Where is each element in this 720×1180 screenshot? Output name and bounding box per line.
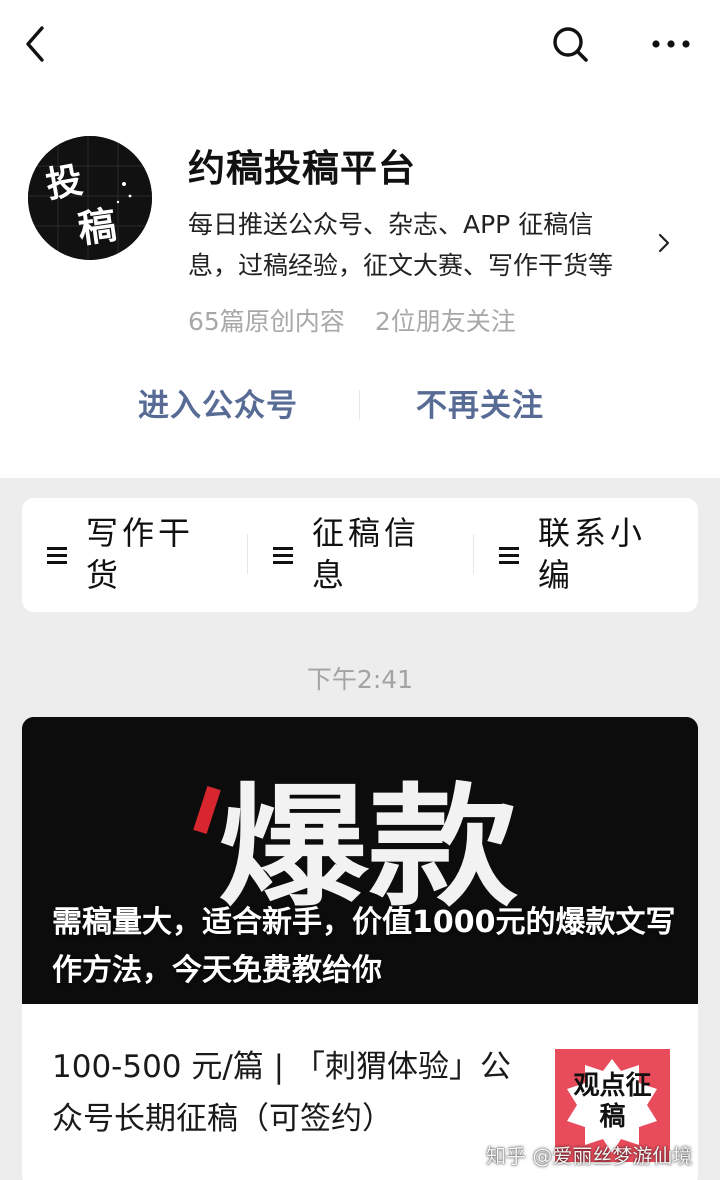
enter-account-button[interactable]: 进入公众号 xyxy=(138,380,298,425)
account-name: 约稿投稿平台 xyxy=(188,147,416,190)
menu-lines-icon xyxy=(273,547,293,564)
menu-label: 写作干货 xyxy=(86,514,195,594)
action-divider xyxy=(359,390,360,420)
zhihu-watermark: 知乎 @爱丽丝梦游仙境 xyxy=(486,1144,693,1168)
message-timestamp: 下午2:41 xyxy=(306,665,414,694)
svg-text:稿: 稿 xyxy=(75,203,119,252)
search-button[interactable] xyxy=(546,22,594,66)
more-button[interactable] xyxy=(646,22,696,66)
menu-item-submission-info[interactable]: 征稿信息 xyxy=(248,498,473,612)
menu-label: 征稿信息 xyxy=(312,514,421,594)
account-menu: 写作干货 征稿信息 联系小编 xyxy=(22,498,698,612)
menu-lines-icon xyxy=(47,547,67,564)
friends-following: 2位朋友关注 xyxy=(374,307,516,336)
chevron-right-icon xyxy=(658,233,670,253)
account-stats: 65篇原创内容 2位朋友关注 xyxy=(188,302,516,338)
menu-lines-icon xyxy=(499,547,519,564)
menu-item-writing-tips[interactable]: 写作干货 xyxy=(22,498,247,612)
thumb-text: 观点征稿 xyxy=(573,1071,652,1132)
more-dots-icon xyxy=(652,40,690,48)
unfollow-button[interactable]: 不再关注 xyxy=(416,380,544,425)
avatar-logo-icon: 投 稿 xyxy=(28,136,152,260)
menu-item-contact-editor[interactable]: 联系小编 xyxy=(474,498,699,612)
original-count: 65篇原创内容 xyxy=(188,307,345,336)
article-card[interactable]: 爆款 需稿量大，适合新手，价值1000元的爆款文写作方法，今天免费教给你 100… xyxy=(22,717,698,1180)
search-icon xyxy=(553,27,588,62)
account-header: 投 稿 约稿投稿平台 每日推送公众号、杂志、APP 征稿信息，过稿经验，征文大赛… xyxy=(0,0,720,478)
sub-article-title[interactable]: 100-500 元/篇 | 「刺猬体验」公众号长期征稿（可签约） xyxy=(52,1041,532,1145)
article-title: 需稿量大，适合新手，价值1000元的爆款文写作方法，今天免费教给你 xyxy=(52,905,676,988)
article-cover[interactable]: 爆款 需稿量大，适合新手，价值1000元的爆款文写作方法，今天免费教给你 xyxy=(22,717,698,1004)
account-avatar[interactable]: 投 稿 xyxy=(28,136,152,260)
back-button[interactable] xyxy=(16,22,56,66)
profile-chevron-button[interactable] xyxy=(652,230,676,256)
menu-label: 联系小编 xyxy=(538,514,647,594)
back-arrow-icon xyxy=(26,26,44,62)
account-description[interactable]: 每日推送公众号、杂志、APP 征稿信息，过稿经验，征文大赛、写作干货等 xyxy=(188,204,628,286)
svg-text:投: 投 xyxy=(43,160,86,207)
